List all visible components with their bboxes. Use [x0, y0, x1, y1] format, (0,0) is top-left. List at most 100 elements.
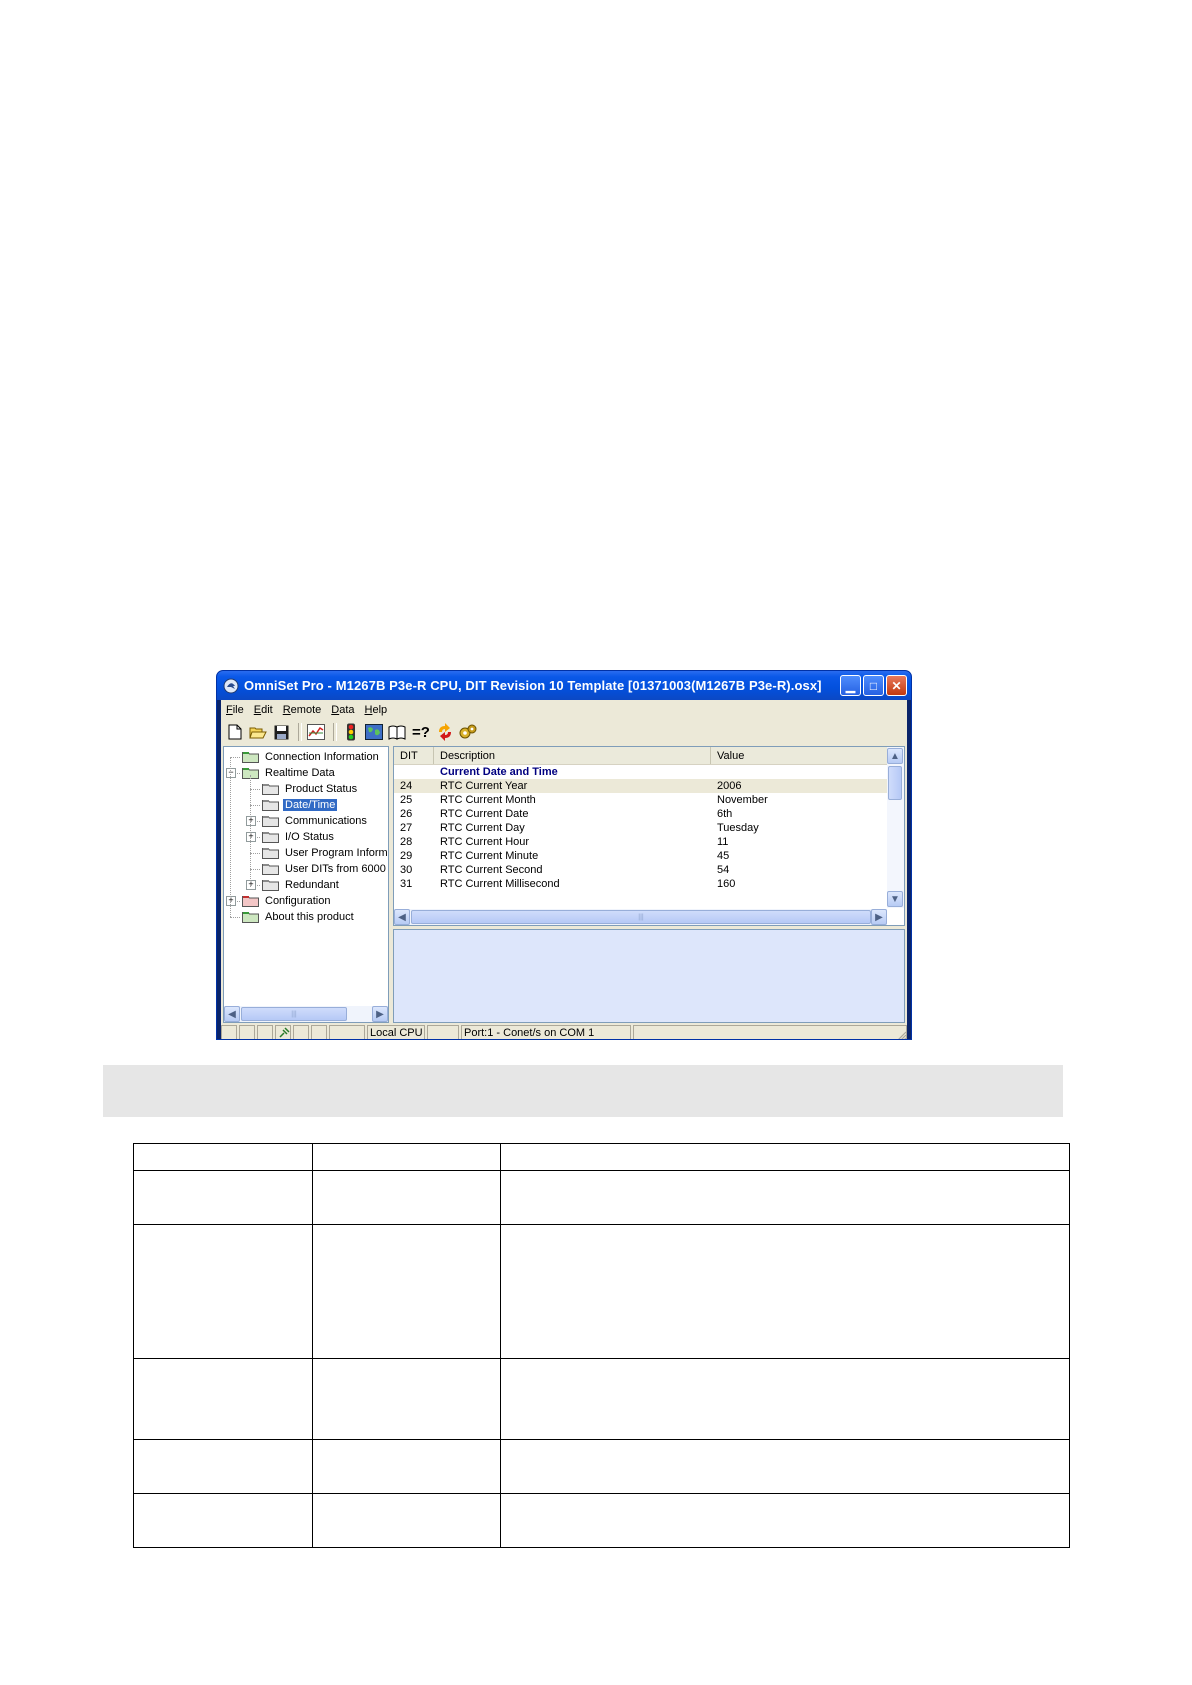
traffic-light-button[interactable] — [341, 722, 361, 742]
save-button[interactable] — [271, 722, 291, 742]
save-disk-icon — [274, 725, 288, 739]
world-button[interactable] — [364, 722, 384, 742]
expand-plus-icon[interactable]: + — [246, 832, 256, 842]
tree-item[interactable]: About this product — [242, 909, 356, 925]
table-row[interactable]: 27 RTC Current Day Tuesday — [394, 821, 887, 835]
folder-icon — [242, 896, 259, 907]
settings-button[interactable] — [458, 722, 478, 742]
table-row — [133, 1224, 1070, 1359]
cell-description: RTC Current Year — [440, 780, 528, 792]
collapse-minus-icon[interactable]: − — [226, 768, 236, 778]
table-row[interactable]: 25 RTC Current Month November — [394, 793, 887, 807]
scroll-right-arrow-icon[interactable]: ▶ — [372, 1006, 388, 1022]
tree-item-label: Date/Time — [283, 799, 338, 811]
table-row[interactable]: 31 RTC Current Millisecond 160 — [394, 877, 887, 891]
table-cell — [133, 1143, 313, 1171]
tree-item-label: About this product — [265, 911, 354, 923]
menu-file[interactable]: File — [221, 704, 249, 716]
cell-description: RTC Current Minute — [440, 850, 539, 862]
folder-icon — [242, 752, 259, 763]
column-header-value[interactable]: Value — [711, 747, 887, 764]
scroll-thumb[interactable] — [888, 766, 902, 800]
table-row[interactable]: 26 RTC Current Date 6th — [394, 807, 887, 821]
cell-dit: 30 — [400, 864, 413, 876]
status-bar: Local CPU Port:1 - Conet/s on COM 1 — [221, 1025, 907, 1040]
chart-button[interactable] — [306, 722, 326, 742]
scroll-left-arrow-icon[interactable]: ◀ — [394, 909, 410, 925]
tree-item[interactable]: User DITs from 6000 — [262, 861, 388, 877]
menu-data[interactable]: Data — [326, 704, 359, 716]
detail-pane — [393, 929, 905, 1023]
minimize-button[interactable]: ▁ — [840, 675, 861, 696]
cell-description: RTC Current Date — [440, 808, 529, 820]
tree-item[interactable]: Configuration — [242, 893, 332, 909]
resize-grip-icon[interactable] — [895, 1029, 907, 1040]
table-row[interactable]: 29 RTC Current Minute 45 — [394, 849, 887, 863]
close-button[interactable]: ✕ — [886, 675, 907, 696]
expand-plus-icon[interactable]: + — [246, 816, 256, 826]
scroll-thumb[interactable]: ||| — [411, 910, 871, 924]
menu-help[interactable]: Help — [360, 704, 393, 716]
tree-item-label: Redundant — [285, 879, 339, 891]
column-header-description[interactable]: Description — [434, 747, 711, 764]
tree-item[interactable]: Redundant — [262, 877, 341, 893]
tree-item[interactable]: Realtime Data — [242, 765, 337, 781]
tree-horizontal-scrollbar[interactable]: ◀ ||| ▶ — [224, 1006, 388, 1022]
table-row — [133, 1143, 1070, 1171]
book-button[interactable] — [387, 722, 407, 742]
scroll-down-arrow-icon[interactable]: ▼ — [887, 891, 903, 907]
list-horizontal-scrollbar[interactable]: ◀ ||| ▶ — [394, 909, 887, 925]
column-header-dit[interactable]: DIT — [394, 747, 434, 764]
table-row[interactable]: 30 RTC Current Second 54 — [394, 863, 887, 877]
list-vertical-scrollbar[interactable]: ▲ ▼ — [887, 747, 904, 908]
new-document-button[interactable] — [225, 722, 245, 742]
open-button[interactable] — [248, 722, 268, 742]
toolbar-separator — [298, 723, 302, 741]
dit-list-view[interactable]: DIT Description Value Current Date and T… — [393, 746, 905, 926]
table-cell — [500, 1143, 1070, 1171]
list-header: DIT Description Value — [394, 747, 887, 765]
tree-item[interactable]: Connection Information — [242, 749, 381, 765]
scroll-left-arrow-icon[interactable]: ◀ — [224, 1006, 240, 1022]
status-cell — [275, 1025, 291, 1039]
menu-edit[interactable]: Edit — [249, 704, 278, 716]
scroll-up-arrow-icon[interactable]: ▲ — [887, 748, 903, 764]
title-bar[interactable]: OmniSet Pro - M1267B P3e-R CPU, DIT Revi… — [217, 671, 911, 700]
refresh-button[interactable] — [435, 722, 455, 742]
tree-item[interactable]: User Program Informa — [262, 845, 388, 861]
expand-plus-icon[interactable]: + — [226, 896, 236, 906]
scroll-right-arrow-icon[interactable]: ▶ — [871, 909, 887, 925]
table-cell — [133, 1358, 313, 1440]
table-cell — [312, 1224, 501, 1359]
tree-view[interactable]: Connection Information − Realtime Data Prod… — [223, 746, 389, 1023]
cell-dit: 28 — [400, 836, 413, 848]
status-cell — [427, 1025, 459, 1039]
menu-remote[interactable]: Remote — [278, 704, 327, 716]
scroll-thumb[interactable]: ||| — [241, 1007, 347, 1021]
table-cell — [312, 1143, 501, 1171]
tree-item[interactable]: Communications — [262, 813, 369, 829]
table-row — [133, 1493, 1070, 1548]
tree-item[interactable]: Date/Time — [262, 797, 338, 813]
table-row[interactable]: 24 RTC Current Year 2006 — [394, 779, 887, 793]
compare-icon: =? — [412, 723, 430, 741]
table-cell — [133, 1224, 313, 1359]
tree-item[interactable]: I/O Status — [262, 829, 336, 845]
table-cell — [500, 1358, 1070, 1440]
compare-button[interactable]: =? — [410, 722, 432, 742]
section-title: Current Date and Time — [440, 766, 558, 778]
tree-connector-line — [230, 757, 231, 917]
folder-icon — [262, 880, 279, 891]
close-icon: ✕ — [891, 678, 902, 693]
status-cell — [633, 1025, 907, 1039]
cell-description: RTC Current Millisecond — [440, 878, 560, 890]
table-row[interactable]: 28 RTC Current Hour 11 — [394, 835, 887, 849]
expand-plus-icon[interactable]: + — [246, 880, 256, 890]
folder-icon — [262, 816, 279, 827]
tree-connector-line — [250, 869, 260, 870]
refresh-arrows-icon — [439, 723, 451, 741]
cell-value: November — [717, 794, 768, 806]
maximize-button[interactable]: □ — [863, 675, 884, 696]
tree-item[interactable]: Product Status — [262, 781, 359, 797]
cell-value: 11 — [717, 836, 729, 848]
